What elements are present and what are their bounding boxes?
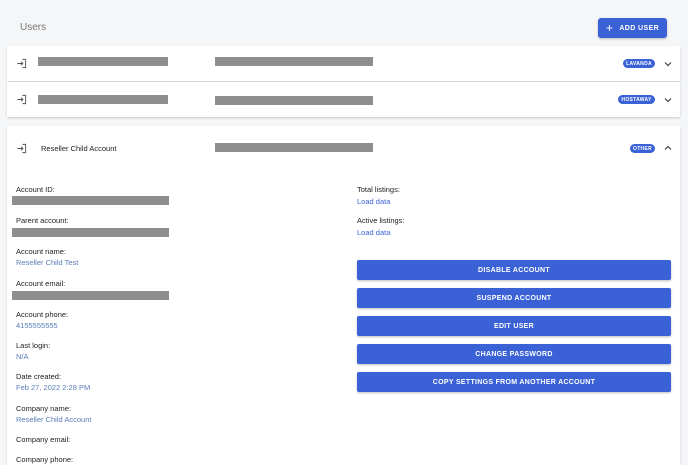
- redacted-email: [215, 57, 373, 66]
- account-phone-label: Account phone:: [16, 310, 69, 319]
- account-name-label: Account name:: [16, 247, 67, 256]
- copy-settings-button[interactable]: COPY SETTINGS FROM ANOTHER ACCOUNT: [357, 372, 671, 392]
- page-title: Users: [20, 22, 47, 33]
- account-email-label: Account email:: [16, 279, 66, 288]
- platform-badge: HOSTAWAY: [618, 95, 655, 104]
- disable-account-button[interactable]: DISABLE ACCOUNT: [357, 260, 671, 280]
- platform-badge: OTHER: [630, 144, 655, 153]
- redacted-name: [38, 57, 168, 66]
- company-email-label: Company email:: [16, 435, 71, 444]
- last-login-label: Last login:: [16, 341, 51, 350]
- add-user-button[interactable]: + ADD USER: [598, 18, 667, 38]
- user-card-1: LAVANDA: [7, 46, 680, 81]
- total-listings-load-link[interactable]: Load data: [357, 197, 390, 206]
- chevron-down-icon[interactable]: [664, 96, 672, 104]
- redacted-account-email: [12, 291, 169, 300]
- redacted-email: [215, 96, 373, 105]
- redacted-parent-account: [12, 228, 169, 237]
- suspend-account-button[interactable]: SUSPEND ACCOUNT: [357, 288, 671, 308]
- user-card-2: HOSTAWAY: [7, 82, 680, 117]
- redacted-name: [38, 95, 168, 104]
- chevron-up-icon[interactable]: [664, 144, 672, 152]
- edit-user-button[interactable]: EDIT USER: [357, 316, 671, 336]
- date-created-label: Date created:: [16, 372, 62, 381]
- platform-badge: LAVANDA: [623, 59, 655, 68]
- add-user-label: ADD USER: [619, 24, 660, 32]
- active-listings-label: Active listings:: [357, 216, 405, 225]
- login-icon: [17, 143, 27, 154]
- change-password-button[interactable]: CHANGE PASSWORD: [357, 344, 671, 364]
- total-listings-label: Total listings:: [357, 185, 400, 194]
- parent-account-label: Parent account:: [16, 216, 69, 225]
- account-name-value: Reseller Child Test: [16, 258, 79, 267]
- account-id-label: Account ID:: [16, 185, 55, 194]
- user-row-header-3[interactable]: Reseller Child Account OTHER: [7, 126, 680, 171]
- redacted-email: [215, 143, 373, 152]
- user-row-header-1[interactable]: LAVANDA: [7, 46, 680, 81]
- chevron-down-icon[interactable]: [664, 60, 672, 68]
- login-icon: [17, 58, 27, 69]
- company-phone-label: Company phone:: [16, 455, 74, 464]
- user-card-expanded: Reseller Child Account OTHER Account ID:…: [7, 126, 680, 465]
- active-listings-load-link[interactable]: Load data: [357, 228, 390, 237]
- company-name-value: Reseller Child Account: [16, 415, 92, 424]
- page-header: Users + ADD USER: [0, 0, 688, 46]
- account-phone-value: 4155555555: [16, 321, 58, 330]
- company-name-label: Company name:: [16, 404, 72, 413]
- redacted-account-id: [12, 196, 169, 205]
- date-created-value: Feb 27, 2022 2:28 PM: [16, 383, 91, 392]
- plus-icon: +: [605, 21, 614, 35]
- last-login-value: N/A: [16, 352, 29, 361]
- user-row-header-2[interactable]: HOSTAWAY: [7, 82, 680, 117]
- login-icon: [17, 94, 27, 105]
- account-name: Reseller Child Account: [41, 144, 117, 153]
